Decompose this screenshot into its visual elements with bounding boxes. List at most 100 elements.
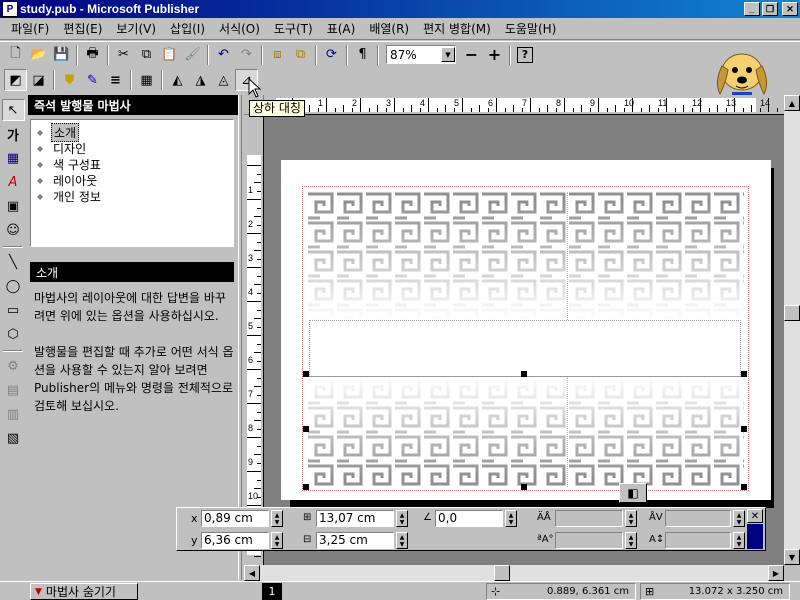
bring-to-front-icon[interactable]: ⧈ [266,44,289,66]
menu-arrange[interactable]: 배열(R) [362,20,416,37]
oval-tool-icon[interactable]: ◯ [2,275,25,297]
menu-help[interactable]: 도움말(H) [498,20,564,37]
custom-shapes-tool-icon[interactable]: ⬡ [2,323,25,345]
wizard-item-intro[interactable]: ◆ 소개 [37,122,233,142]
send-to-back-icon[interactable]: ⧉ [289,44,312,66]
image-frame-icon[interactable]: ◩ [4,69,27,91]
menu-view[interactable]: 보기(V) [109,20,163,37]
undo-icon[interactable]: ↶ [212,44,235,66]
selection-handle[interactable] [741,484,747,490]
line-spacing-spinner[interactable]: ▲ ▼ [733,532,745,549]
text-scale-field[interactable] [555,532,623,549]
flip-horizontal-icon[interactable]: ◬ [212,69,235,91]
vertical-ruler[interactable]: 1 2 3 4 5 6 7 8 9 10 [244,115,264,565]
character-spacing-spinner[interactable]: ▲ ▼ [625,510,637,527]
vertical-scrollbar[interactable]: ▲ ▼ [784,95,800,565]
selected-object-area[interactable] [309,320,741,377]
page-navigator[interactable]: 1 [262,583,282,600]
close-icon[interactable]: ✕ [747,509,763,523]
rotate-left-icon[interactable]: ◭ [166,69,189,91]
text-frame-tool-icon[interactable]: 가 [2,123,25,145]
width-field[interactable]: 13,07 cm [316,510,394,527]
zoom-out-button[interactable]: − [460,44,483,66]
selection-handle[interactable] [741,426,747,432]
design-object-tool-icon[interactable]: ▧ [2,427,25,449]
paste-icon[interactable]: 📋 [158,44,181,66]
selection-handle[interactable] [521,484,527,490]
wizard-item-color-scheme[interactable]: ◆ 색 구성표 [37,156,233,172]
maximize-button[interactable]: ❐ [762,2,778,16]
character-spacing-field[interactable] [555,510,623,527]
kerning-spinner[interactable]: ▲ ▼ [733,510,745,527]
selection-handle[interactable] [741,371,747,377]
border-pattern-top[interactable] [306,192,744,320]
rotate-right-icon[interactable]: ◮ [189,69,212,91]
wizard-item-personal-info[interactable]: ◆ 개인 정보 [37,188,233,204]
picture-icon[interactable]: ◪ [27,69,50,91]
text-scale-spinner[interactable]: ▲ ▼ [625,532,637,549]
y-position-field[interactable]: 6,36 cm [201,532,269,549]
height-field[interactable]: 3,25 cm [316,532,394,549]
fill-color-icon[interactable]: ⛊ [58,69,81,91]
copy-icon[interactable]: ⧉ [135,44,158,66]
scroll-left-button[interactable]: ◀ [244,565,260,581]
group-objects-icon[interactable]: ◧ [619,483,647,503]
toolbar-titlebar[interactable] [747,524,763,549]
menu-tools[interactable]: 도구(T) [267,20,320,37]
new-icon[interactable]: 🗋 [4,44,27,66]
selection-handle[interactable] [303,426,309,432]
design-gallery-tool-icon[interactable]: ▥ [2,403,25,425]
clip-art-tool-icon[interactable]: ☺ [2,219,25,241]
menu-table[interactable]: 표(A) [320,20,363,37]
line-color-icon[interactable]: ✎ [81,69,104,91]
wordart-tool-icon[interactable]: A [2,171,25,193]
menu-format[interactable]: 서식(O) [212,20,267,37]
properties-icon[interactable]: ▦ [135,69,158,91]
kerning-field[interactable] [665,510,731,527]
wizard-item-design[interactable]: ◆ 디자인 [37,140,233,156]
minimize-button[interactable]: _ [744,2,760,16]
selection-handle[interactable] [521,371,527,377]
scroll-up-button[interactable]: ▲ [784,95,800,111]
scroll-down-button[interactable]: ▼ [784,549,800,565]
paragraph-icon[interactable]: ¶ [351,44,374,66]
scroll-thumb[interactable] [784,305,800,321]
height-spinner[interactable]: ▲ ▼ [396,532,408,549]
cut-icon[interactable]: ✂ [112,44,135,66]
line-style-icon[interactable]: ≡ [104,69,127,91]
zoom-select[interactable]: 87% ▼ [386,45,456,64]
border-pattern-bottom[interactable] [306,377,744,487]
menu-insert[interactable]: 삽입(I) [163,20,212,37]
selection-handle[interactable] [303,484,309,490]
width-spinner[interactable]: ▲ ▼ [396,510,408,527]
format-painter-icon[interactable]: 🖌 [181,44,204,66]
table-tool-icon[interactable]: ▦ [2,147,25,169]
close-button[interactable]: ✕ [782,2,798,16]
menu-edit[interactable]: 편집(E) [56,20,109,37]
line-spacing-field[interactable] [665,532,731,549]
rotate-icon[interactable]: ⟳ [320,44,343,66]
rotation-field[interactable]: 0,0 [435,510,503,527]
wizard-item-layout[interactable]: ◆ 레이아웃 [37,172,233,188]
rotation-spinner[interactable]: ▲ ▼ [505,510,517,527]
redo-icon[interactable]: ↷ [235,44,258,66]
publisher-icon[interactable]: P [2,1,18,17]
x-spinner[interactable]: ▲ ▼ [271,510,283,527]
save-icon[interactable]: 💾 [50,44,73,66]
help-icon[interactable]: ? [517,46,533,63]
zoom-in-button[interactable]: + [483,44,506,66]
print-icon[interactable]: 🖶 [81,44,104,66]
picture-frame-tool-icon[interactable]: ▣ [2,195,25,217]
horizontal-scrollbar[interactable]: ◀ ▶ [244,565,784,581]
open-icon[interactable]: 📂 [27,44,50,66]
hide-wizard-button[interactable]: ▼ 마법사 숨기기 [30,583,138,600]
selection-handle[interactable] [303,371,309,377]
menu-file[interactable]: 파일(F) [4,20,56,37]
rectangle-tool-icon[interactable]: ▭ [2,299,25,321]
horizontal-ruler[interactable]: 1 2 3 4 5 6 7 8 9 10 11 12 13 14 [264,95,784,115]
y-spinner[interactable]: ▲ ▼ [271,532,283,549]
scroll-right-button[interactable]: ▶ [768,565,784,581]
x-position-field[interactable]: 0,89 cm [201,510,269,527]
scroll-thumb[interactable] [494,565,510,581]
line-tool-icon[interactable]: ╲ [2,251,25,273]
